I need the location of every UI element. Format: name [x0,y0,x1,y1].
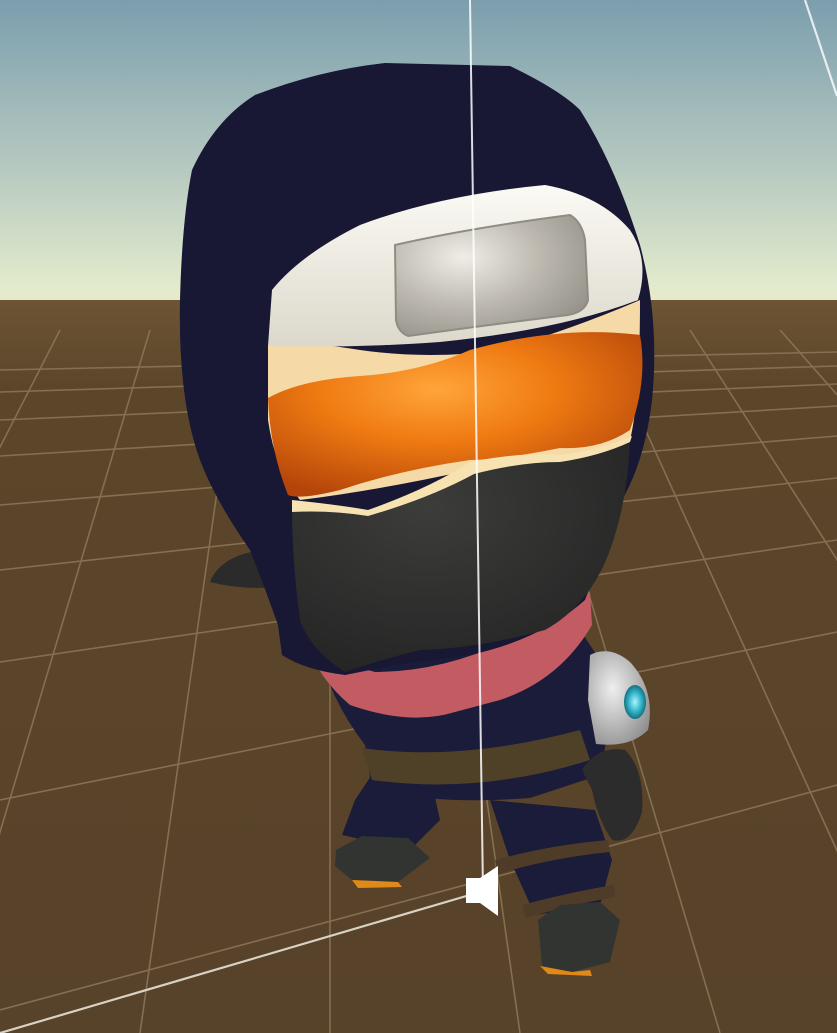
scene-viewport[interactable] [0,0,837,1033]
boot-right [538,902,620,972]
armor-gem [624,685,646,719]
